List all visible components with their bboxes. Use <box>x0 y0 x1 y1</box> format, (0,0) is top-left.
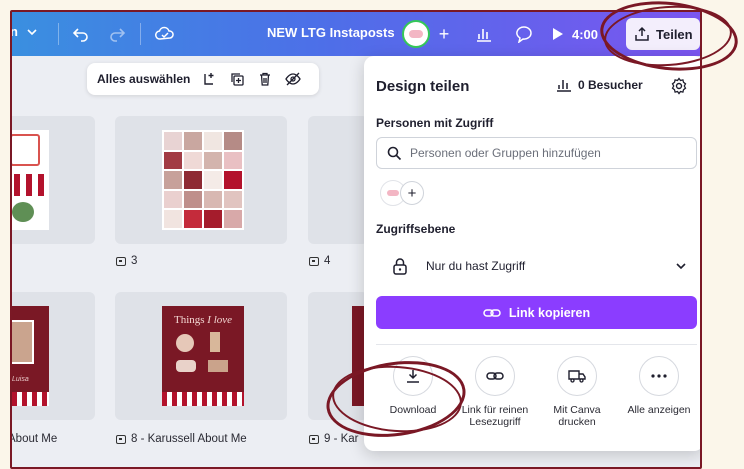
redo-button[interactable] <box>106 23 128 45</box>
page-card[interactable]: Luisa <box>12 292 95 420</box>
undo-button[interactable] <box>70 23 92 45</box>
download-icon <box>393 356 433 396</box>
play-icon <box>553 28 563 40</box>
chevron-down-icon <box>676 263 686 270</box>
avatar-image <box>409 30 423 38</box>
chevron-down-icon <box>27 28 37 35</box>
timer-label: 4:00 <box>572 26 599 42</box>
page-icon <box>309 434 319 444</box>
page-thumbnail: Things I love <box>162 306 244 406</box>
share-panel: Design teilen 0 Besucher Personen mit Zu… <box>364 56 700 451</box>
page-card[interactable] <box>308 292 368 420</box>
page-icon <box>116 256 126 266</box>
editor-window: n NEW LTG Instaposts + 4:00 Teilen Alles… <box>10 10 702 469</box>
divider <box>58 23 59 45</box>
page-thumbnail <box>12 130 49 230</box>
menu-label: n <box>10 24 18 39</box>
insights-button[interactable] <box>472 23 496 45</box>
share-upload-icon <box>635 26 649 41</box>
menu-button[interactable]: n <box>10 24 38 39</box>
share-label: Teilen <box>656 26 693 42</box>
read-only-link-action[interactable]: Link für reinen Lesezugriff <box>460 356 530 428</box>
link-icon <box>475 356 515 396</box>
redo-icon <box>110 28 126 42</box>
page-label: 3 <box>116 255 137 267</box>
trash-icon[interactable] <box>256 70 274 88</box>
document-title[interactable]: NEW LTG Instaposts <box>267 25 395 40</box>
action-label: Link für reinen Lesezugriff <box>461 404 529 428</box>
duplicate-icon[interactable] <box>228 70 246 88</box>
select-all-button[interactable]: Alles auswählen <box>97 72 190 86</box>
access-level-select[interactable]: Nur du hast Zugriff <box>376 247 697 285</box>
comments-button[interactable] <box>512 23 536 45</box>
selection-toolbar: Alles auswählen <box>87 63 319 95</box>
add-person-button[interactable]: + <box>400 181 424 205</box>
search-placeholder: Personen oder Gruppen hinzufügen <box>410 146 601 160</box>
screenshot-frame: n NEW LTG Instaposts + 4:00 Teilen Alles… <box>0 0 744 469</box>
top-bar: n NEW LTG Instaposts + 4:00 Teilen <box>12 12 700 56</box>
plus-icon: + <box>438 23 450 44</box>
hide-icon[interactable] <box>284 70 302 88</box>
print-action[interactable]: Mit Canva drucken <box>542 356 612 428</box>
bar-chart-icon <box>477 29 491 42</box>
access-value: Nur du hast Zugriff <box>426 259 526 273</box>
page-card[interactable] <box>115 116 287 244</box>
add-collaborator-button[interactable]: + <box>434 24 454 44</box>
collaborator-list: + <box>380 180 424 206</box>
share-panel-title: Design teilen <box>376 78 470 95</box>
action-label: Alle anzeigen <box>627 404 691 416</box>
page-label: 9 - Kar <box>309 433 359 445</box>
page-card[interactable] <box>308 116 368 244</box>
page-thumbnail <box>162 130 244 230</box>
people-heading: Personen mit Zugriff <box>376 116 494 130</box>
action-label: Download <box>389 404 437 416</box>
divider <box>140 23 141 45</box>
gear-icon <box>671 77 687 95</box>
user-avatar[interactable] <box>402 20 430 48</box>
visitors-button[interactable]: 0 Besucher <box>556 78 643 92</box>
more-icon <box>639 356 679 396</box>
present-button[interactable]: 4:00 <box>552 23 598 45</box>
truck-icon <box>557 356 597 396</box>
page-label: 4 <box>309 255 330 267</box>
action-label: Mit Canva drucken <box>553 404 601 428</box>
divider <box>376 344 697 345</box>
add-page-icon[interactable] <box>200 70 218 88</box>
page-label: 8 - Karussell About Me <box>116 433 247 445</box>
visitors-count: 0 Besucher <box>578 78 643 92</box>
share-button[interactable]: Teilen <box>626 18 700 50</box>
comment-icon <box>516 26 532 43</box>
show-all-action[interactable]: Alle anzeigen <box>624 356 694 416</box>
download-action[interactable]: Download <box>378 356 448 416</box>
people-search-input[interactable]: Personen oder Gruppen hinzufügen <box>376 137 697 169</box>
settings-button[interactable] <box>670 77 690 97</box>
copy-link-label: Link kopieren <box>508 305 591 320</box>
link-icon <box>483 308 501 317</box>
page-icon <box>309 256 319 266</box>
page-card[interactable] <box>12 116 95 244</box>
lock-icon <box>388 254 412 278</box>
cloud-save-button[interactable] <box>154 23 176 45</box>
access-heading: Zugriffsebene <box>376 222 456 236</box>
page-card[interactable]: Things I love <box>115 292 287 420</box>
plus-icon: + <box>407 184 417 202</box>
undo-icon <box>72 28 88 42</box>
search-icon <box>387 146 402 160</box>
page-icon <box>116 434 126 444</box>
bar-chart-icon <box>557 80 571 92</box>
copy-link-button[interactable]: Link kopieren <box>376 296 697 329</box>
page-thumbnail: Luisa <box>12 306 49 406</box>
cloud-check-icon <box>155 26 174 40</box>
page-label: About Me <box>10 433 58 445</box>
